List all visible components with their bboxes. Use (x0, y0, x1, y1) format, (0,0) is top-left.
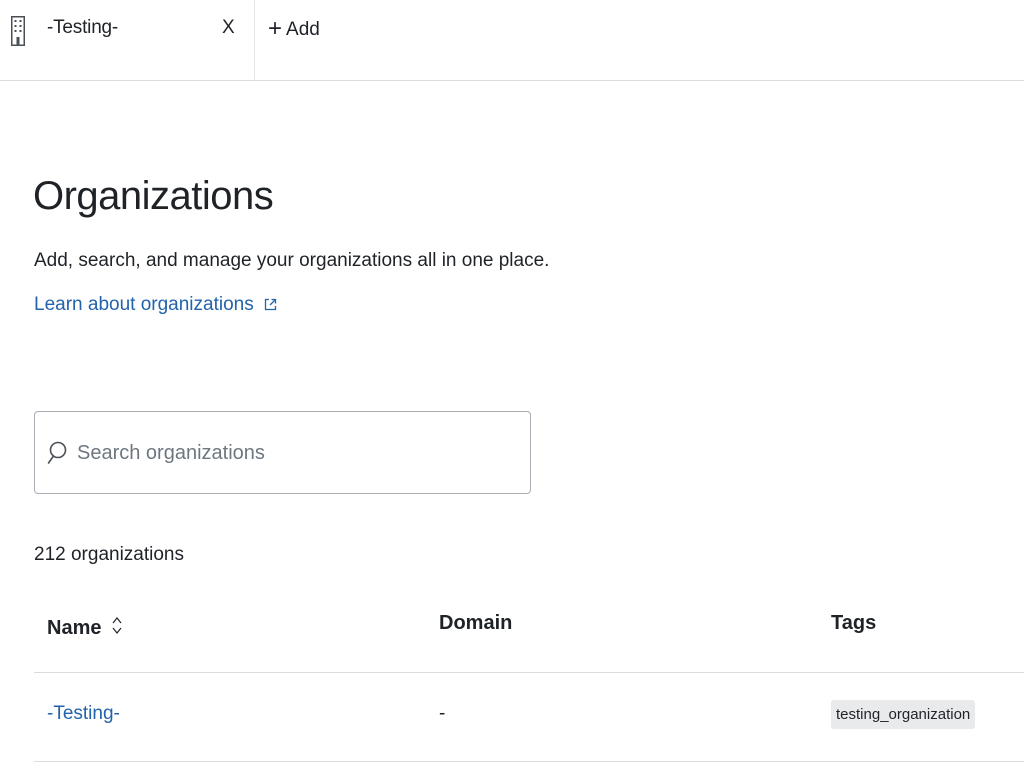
column-header-domain: Domain (439, 612, 513, 634)
learn-link-label: Learn about organizations (34, 294, 254, 315)
organization-tags: testing_organization (831, 700, 976, 729)
learn-about-organizations-link[interactable]: Learn about organizations (34, 294, 277, 316)
plus-icon: + (268, 15, 283, 42)
column-header-name[interactable]: Name (47, 612, 122, 640)
add-tab-button[interactable]: + Add (268, 14, 320, 44)
organization-name-link[interactable]: -Testing- (47, 703, 120, 725)
add-tab-label: Add (286, 19, 320, 40)
sort-icon[interactable] (112, 615, 122, 637)
column-header-name-label: Name (47, 617, 102, 639)
page-subtitle: Add, search, and manage your organizatio… (34, 250, 550, 271)
close-icon[interactable]: X (222, 17, 235, 39)
column-header-tags: Tags (831, 612, 877, 634)
external-link-icon (264, 295, 277, 311)
table-row[interactable]: -Testing- - testing_organization (34, 673, 1024, 762)
table-header: Name Domain Tags (34, 590, 1024, 673)
tab-bar: -Testing- X + Add (0, 0, 1024, 81)
search-box[interactable] (34, 411, 531, 494)
tab-testing[interactable]: -Testing- X (0, 0, 255, 80)
building-icon (11, 16, 25, 46)
result-count: 212 organizations (34, 544, 184, 565)
tag-badge: testing_organization (831, 700, 976, 729)
organizations-table: Name Domain Tags -Testing- - testing_org… (34, 590, 1024, 762)
search-icon (47, 440, 69, 466)
page-title: Organizations (33, 174, 274, 218)
tab-label[interactable]: -Testing- (47, 17, 118, 39)
search-input[interactable] (75, 434, 515, 472)
organization-domain: - (439, 703, 446, 724)
